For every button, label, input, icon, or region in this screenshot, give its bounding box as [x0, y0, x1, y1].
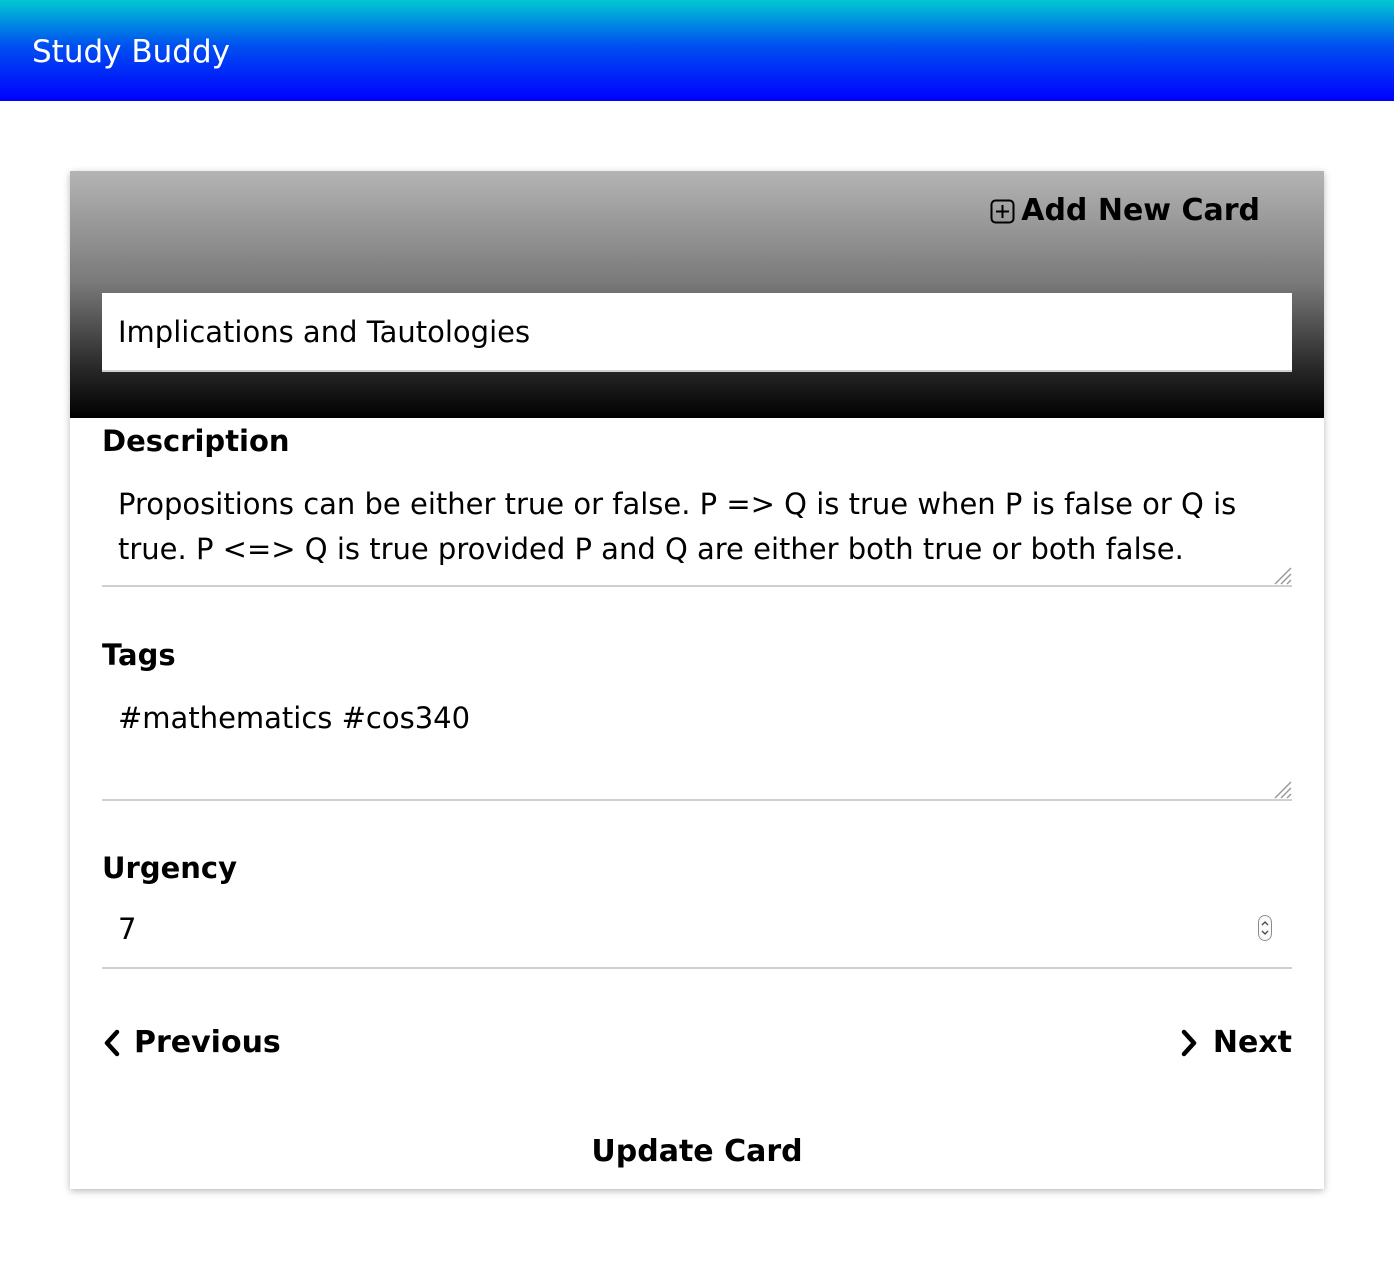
card-header: Add New Card	[70, 171, 1324, 418]
resize-grip-icon[interactable]	[1272, 779, 1292, 799]
flashcard-panel: Add New Card Description Propositions ca…	[70, 171, 1324, 1189]
tags-textarea[interactable]: #mathematics #cos340	[102, 688, 1292, 801]
previous-label: Previous	[134, 1025, 281, 1060]
description-textarea[interactable]: Propositions can be either true or false…	[102, 474, 1292, 587]
next-label: Next	[1212, 1025, 1292, 1060]
update-card-button[interactable]: Update Card	[70, 1131, 1324, 1173]
urgency-number-input[interactable]: 7	[102, 901, 1292, 969]
previous-button[interactable]: Previous	[102, 1023, 281, 1063]
description-text: Propositions can be either true or false…	[118, 487, 1237, 566]
urgency-label: Urgency	[102, 851, 238, 885]
app-title: Study Buddy	[32, 34, 230, 70]
chevron-right-icon	[1181, 1029, 1197, 1057]
number-stepper-icon[interactable]	[1258, 915, 1272, 941]
next-button[interactable]: Next	[1179, 1023, 1292, 1063]
description-label: Description	[102, 424, 290, 458]
resize-grip-icon[interactable]	[1272, 565, 1292, 585]
add-new-card-label: Add New Card	[1021, 193, 1260, 228]
plus-square-icon	[990, 199, 1015, 223]
tags-label: Tags	[102, 638, 176, 672]
add-new-card-button[interactable]: Add New Card	[990, 191, 1260, 231]
chevron-left-icon	[104, 1029, 120, 1057]
tags-text: #mathematics #cos340	[118, 701, 471, 735]
card-title-input[interactable]	[102, 293, 1292, 372]
urgency-value: 7	[118, 912, 137, 946]
app-header: Study Buddy	[0, 0, 1394, 101]
